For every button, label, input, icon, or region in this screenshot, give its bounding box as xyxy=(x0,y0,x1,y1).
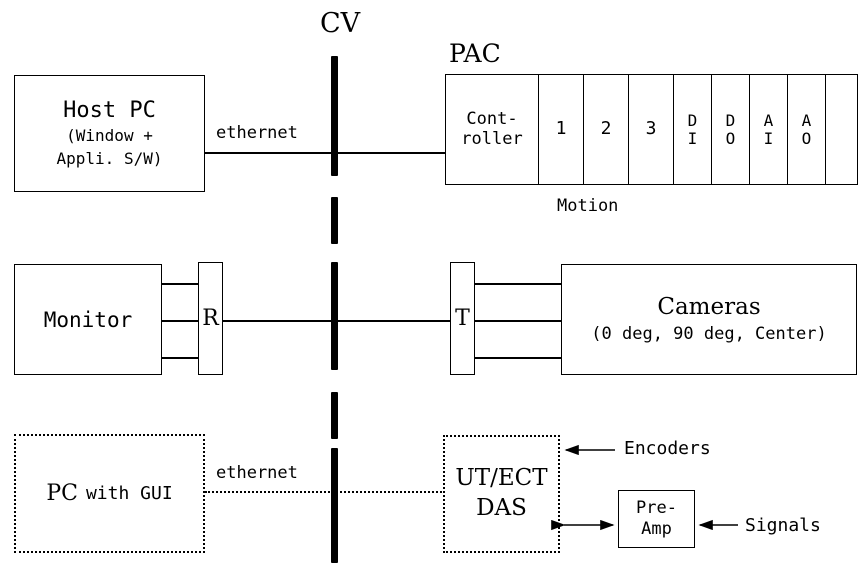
pre-amp-line1: Pre- xyxy=(636,497,677,518)
signals-label: Signals xyxy=(745,515,821,536)
transmitter-box[interactable]: T xyxy=(450,262,475,375)
cameras-subtitle: (0 deg, 90 deg, Center) xyxy=(591,323,827,344)
host-pc-title: Host PC xyxy=(63,97,156,123)
pac-io-di[interactable]: D I xyxy=(673,75,711,184)
pac-io-ai[interactable]: A I xyxy=(749,75,787,184)
pre-amp-line2: Amp xyxy=(641,519,672,539)
pac-slot-3-label: 3 xyxy=(645,118,657,140)
pac-io-ao-line2: O xyxy=(801,128,812,148)
pac-io-ao[interactable]: A O xyxy=(787,75,825,184)
pac-slot-3[interactable]: 3 xyxy=(628,75,673,184)
cv-bus-segment-5 xyxy=(331,448,338,563)
ethernet-link-row3 xyxy=(205,491,445,493)
cv-bus-segment-3 xyxy=(331,262,338,370)
pac-controller-cell[interactable]: Cont- roller xyxy=(446,75,538,184)
ethernet-link-row1 xyxy=(205,152,445,154)
pac-io-do-line1: D xyxy=(725,110,736,130)
pac-controller-line2: roller xyxy=(461,128,523,149)
pc-with-gui-box[interactable]: PC with GUI xyxy=(14,434,205,553)
ethernet-label-row3: ethernet xyxy=(216,463,298,483)
pac-controller-line1: Cont- xyxy=(466,109,518,130)
cameras-box[interactable]: Cameras (0 deg, 90 deg, Center) xyxy=(561,264,857,375)
diagram-canvas: CV Host PC (Window + Appli. S/W) etherne… xyxy=(0,0,858,571)
monitor-box[interactable]: Monitor xyxy=(14,264,162,375)
ut-ect-das-line2: DAS xyxy=(476,495,527,521)
cv-bus-label: CV xyxy=(320,8,361,39)
encoders-label: Encoders xyxy=(624,438,711,459)
repeater-transmitter-link xyxy=(222,320,451,322)
transmitter-cameras-link-bottom xyxy=(474,357,562,359)
pc-with-gui-prefix: PC xyxy=(46,481,78,506)
cameras-title: Cameras xyxy=(657,294,761,321)
pac-io-ai-line2: I xyxy=(763,128,774,148)
monitor-repeater-link-top xyxy=(161,283,199,285)
ethernet-label-row1: ethernet xyxy=(216,123,298,143)
pac-motion-label: Motion xyxy=(557,196,619,216)
pac-io-ai-line1: A xyxy=(763,110,774,130)
pac-title: PAC xyxy=(449,39,501,68)
pac-io-do-line2: O xyxy=(725,128,736,148)
pac-io-di-line1: D xyxy=(687,110,698,130)
pc-with-gui-suffix: with GUI xyxy=(85,483,173,504)
pac-slot-1-label: 1 xyxy=(555,118,567,140)
host-pc-line2: (Window + xyxy=(66,126,153,146)
monitor-repeater-link-mid xyxy=(161,320,199,322)
pre-amp-box[interactable]: Pre- Amp xyxy=(618,490,695,548)
pac-io-ao-line1: A xyxy=(801,110,812,130)
pac-slot-1[interactable]: 1 xyxy=(538,75,583,184)
pac-slot-2[interactable]: 2 xyxy=(583,75,628,184)
pac-io-di-line2: I xyxy=(687,128,698,148)
pac-slot-empty[interactable] xyxy=(825,75,857,184)
cv-bus-segment-1 xyxy=(331,56,338,176)
repeater-label: R xyxy=(202,306,219,331)
monitor-repeater-link-bottom xyxy=(161,357,199,359)
pac-slot-2-label: 2 xyxy=(600,118,612,140)
host-pc-box[interactable]: Host PC (Window + Appli. S/W) xyxy=(14,75,205,192)
pac-io-do[interactable]: D O xyxy=(711,75,749,184)
transmitter-label: T xyxy=(455,306,470,331)
host-pc-line3: Appli. S/W) xyxy=(56,149,163,169)
repeater-box[interactable]: R xyxy=(198,262,223,375)
monitor-title: Monitor xyxy=(43,307,133,332)
transmitter-cameras-link-top xyxy=(474,283,562,285)
ut-ect-das-line1: UT/ECT xyxy=(455,465,548,492)
cv-bus-segment-2 xyxy=(331,197,338,244)
cv-bus-segment-4 xyxy=(331,392,338,439)
ut-ect-das-box[interactable]: UT/ECT DAS xyxy=(443,435,560,553)
transmitter-cameras-link-mid xyxy=(474,320,562,322)
